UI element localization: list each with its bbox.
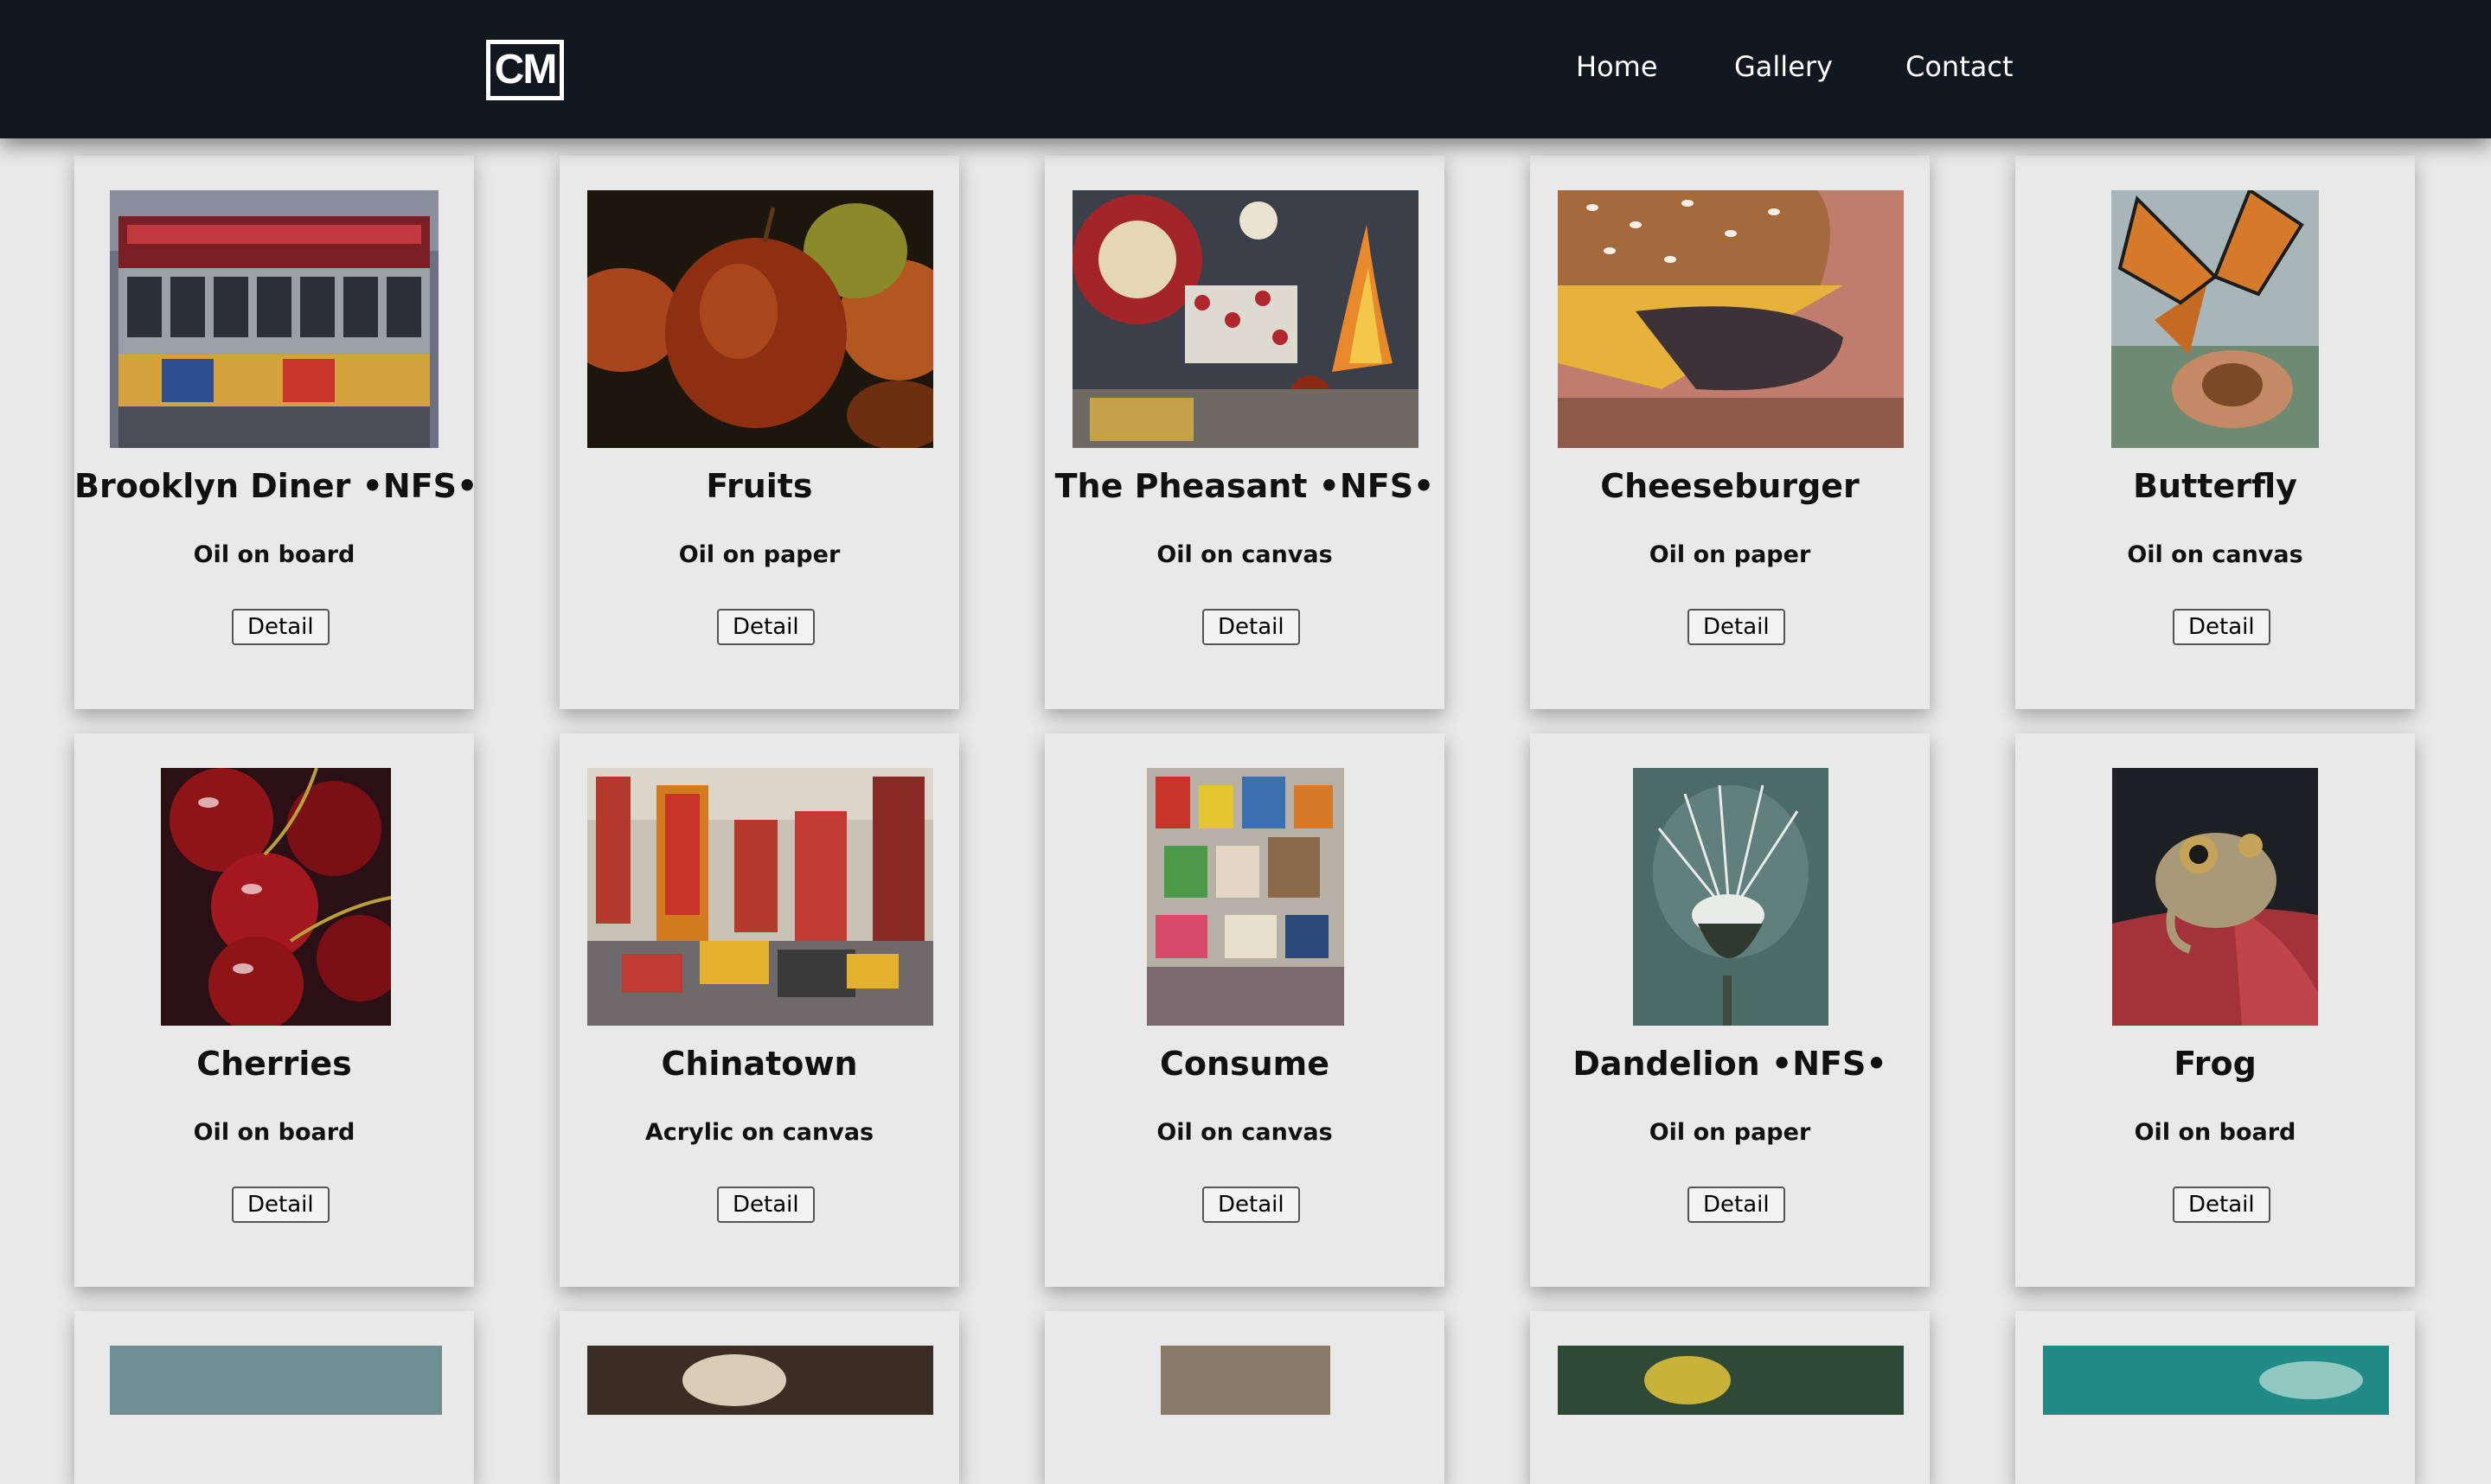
artwork-image-cherries[interactable]: [161, 768, 391, 1026]
artwork-title: The Pheasant •NFS•: [1054, 467, 1435, 505]
artwork-card-partial: [560, 1311, 959, 1484]
artwork-card-partial: [74, 1311, 474, 1484]
artwork-card-dandelion: Dandelion •NFS• Oil on paper Detail: [1530, 733, 1930, 1287]
artwork-image-partial[interactable]: [1558, 1346, 1904, 1415]
artwork-card-brooklyn-diner: Brooklyn Diner •NFS• Oil on board Detail: [74, 156, 478, 709]
artwork-title: Chinatown: [661, 1045, 858, 1083]
artwork-image-chinatown[interactable]: [587, 768, 933, 1026]
detail-button[interactable]: Detail: [2173, 1187, 2270, 1223]
artwork-image-the-pheasant[interactable]: [1073, 190, 1418, 448]
artwork-image-partial[interactable]: [110, 1346, 442, 1415]
artwork-card-partial: [1530, 1311, 1930, 1484]
nav-gallery-link[interactable]: Gallery: [1734, 50, 1833, 83]
artwork-medium: Oil on paper: [1649, 541, 1811, 568]
artwork-card-consume: Consume Oil on canvas Detail: [1045, 733, 1444, 1287]
artwork-medium: Oil on paper: [678, 541, 841, 568]
artwork-title: Consume: [1159, 1045, 1330, 1083]
detail-button[interactable]: Detail: [232, 609, 330, 645]
artwork-card-partial: [2015, 1311, 2415, 1484]
nav-home-link[interactable]: Home: [1576, 50, 1658, 83]
artwork-image-partial[interactable]: [2043, 1346, 2389, 1415]
artwork-card-partial: [1045, 1311, 1444, 1484]
artwork-card-cherries: Cherries Oil on board Detail: [74, 733, 474, 1287]
artwork-card-the-pheasant: The Pheasant •NFS• Oil on canvas Detail: [1045, 156, 1444, 709]
artwork-medium: Oil on board: [2134, 1119, 2296, 1146]
artwork-card-fruits: Fruits Oil on paper Detail: [560, 156, 959, 709]
artwork-image-partial[interactable]: [587, 1346, 933, 1415]
cm-logo[interactable]: CM: [486, 40, 564, 100]
top-navbar: CM Home Gallery Contact: [0, 0, 2491, 138]
artwork-image-butterfly[interactable]: [2111, 190, 2319, 448]
artwork-card-butterfly: Butterfly Oil on canvas Detail: [2015, 156, 2415, 709]
detail-button[interactable]: Detail: [717, 1187, 815, 1223]
detail-button[interactable]: Detail: [717, 609, 815, 645]
nav-contact-link[interactable]: Contact: [1905, 50, 2014, 83]
artwork-card-frog: Frog Oil on board Detail: [2015, 733, 2415, 1287]
artwork-medium: Oil on canvas: [1156, 541, 1333, 568]
artwork-title: Butterfly: [2133, 467, 2297, 505]
detail-button[interactable]: Detail: [1687, 609, 1785, 645]
artwork-title: Fruits: [706, 467, 813, 505]
detail-button[interactable]: Detail: [2173, 609, 2270, 645]
artwork-medium: Acrylic on canvas: [644, 1119, 874, 1146]
artwork-image-consume[interactable]: [1147, 768, 1344, 1026]
artwork-image-cheeseburger[interactable]: [1558, 190, 1904, 448]
artwork-title: Cherries: [196, 1045, 352, 1083]
detail-button[interactable]: Detail: [1202, 1187, 1300, 1223]
artwork-title: Frog: [2174, 1045, 2257, 1083]
detail-button[interactable]: Detail: [232, 1187, 330, 1223]
artwork-image-dandelion[interactable]: [1633, 768, 1828, 1026]
artwork-medium: Oil on board: [193, 1119, 355, 1146]
artwork-medium: Oil on board: [193, 541, 355, 568]
artwork-medium: Oil on paper: [1649, 1119, 1811, 1146]
artwork-medium: Oil on canvas: [2127, 541, 2303, 568]
artwork-title: Dandelion •NFS•: [1572, 1045, 1887, 1083]
artwork-card-cheeseburger: Cheeseburger Oil on paper Detail: [1530, 156, 1930, 709]
artwork-image-brooklyn-diner[interactable]: [110, 190, 439, 448]
artwork-image-fruits[interactable]: [587, 190, 933, 448]
artwork-medium: Oil on canvas: [1156, 1119, 1333, 1146]
artwork-title: Cheeseburger: [1600, 467, 1860, 505]
detail-button[interactable]: Detail: [1687, 1187, 1785, 1223]
artwork-card-chinatown: Chinatown Acrylic on canvas Detail: [560, 733, 959, 1287]
detail-button[interactable]: Detail: [1202, 609, 1300, 645]
artwork-image-frog[interactable]: [2112, 768, 2318, 1026]
artwork-title: Brooklyn Diner •NFS•: [74, 467, 478, 505]
artwork-image-partial[interactable]: [1161, 1346, 1330, 1415]
